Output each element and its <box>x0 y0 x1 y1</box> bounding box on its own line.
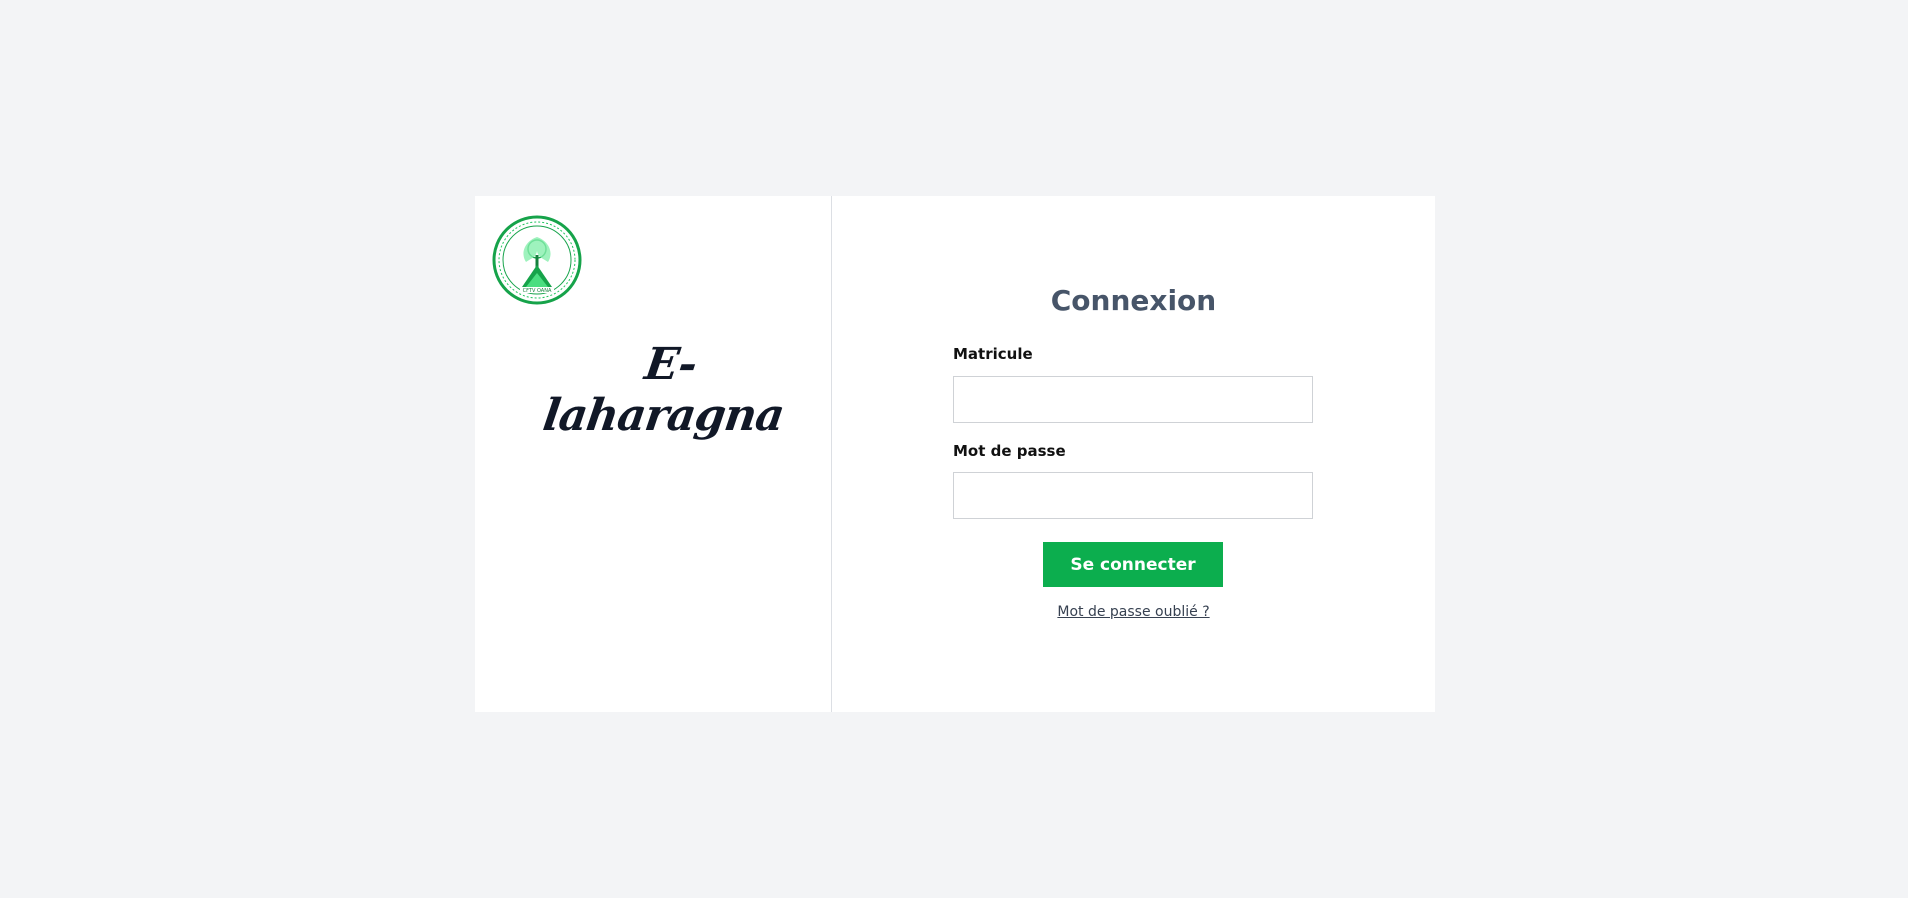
brand-name: E-laharagna <box>539 339 787 441</box>
password-input[interactable] <box>953 472 1313 519</box>
login-button[interactable]: Se connecter <box>1043 542 1223 587</box>
forgot-password-link[interactable]: Mot de passe oublié ? <box>832 604 1435 620</box>
page-title: Connexion <box>1050 284 1217 317</box>
password-label: Mot de passe <box>953 442 1066 460</box>
logo-emblem-icon: CFTV OANA <box>492 215 582 305</box>
login-card: CFTV OANA E-laharagna Connexion Matricul… <box>475 196 1435 712</box>
logo-text: CFTV OANA <box>523 288 552 294</box>
matricule-label: Matricule <box>953 345 1033 363</box>
matricule-input[interactable] <box>953 376 1313 423</box>
branding-panel: CFTV OANA E-laharagna <box>475 196 832 712</box>
login-panel: Connexion Matricule Mot de passe Se conn… <box>832 196 1435 712</box>
